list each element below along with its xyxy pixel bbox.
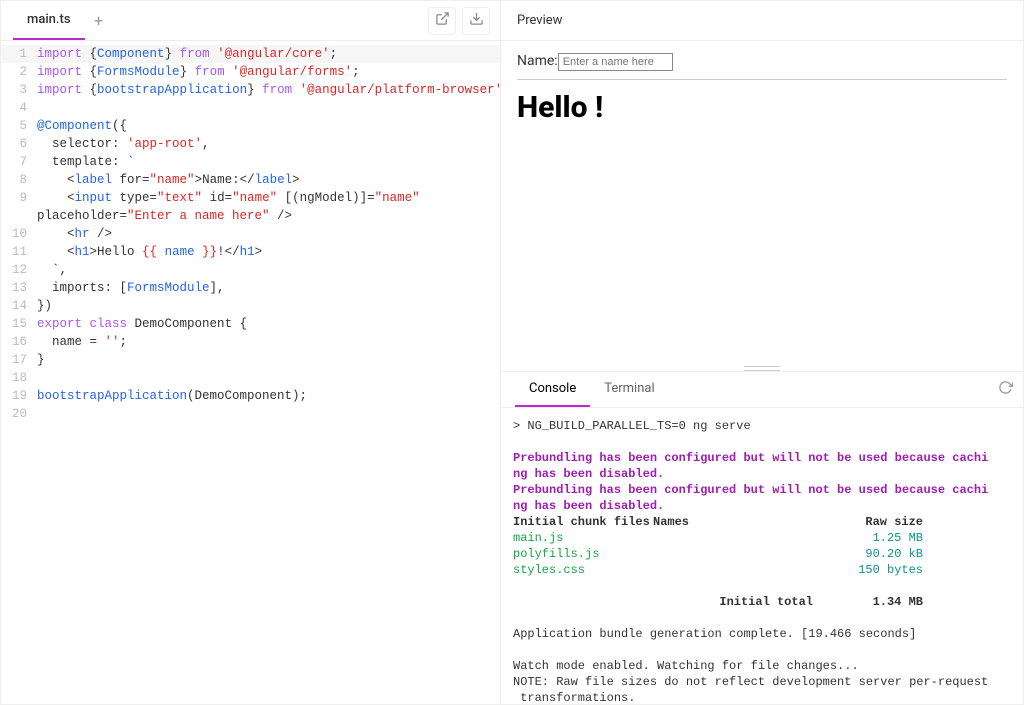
name-label: Name: [517, 53, 558, 69]
tab-label: main.ts [27, 12, 71, 27]
add-tab-button[interactable]: + [85, 1, 113, 40]
code-line: 17} [1, 351, 500, 369]
code-line: 1import {Component} from '@angular/core'… [1, 45, 500, 63]
download-icon [469, 11, 484, 30]
preview-pane: Preview Name: Hello ! [501, 1, 1023, 371]
tab-main-ts[interactable]: main.ts [13, 1, 85, 40]
bottom-tabs: Console Terminal [501, 372, 1023, 408]
tab-console[interactable]: Console [515, 372, 590, 407]
code-line: placeholder="Enter a name here" /> [1, 207, 500, 225]
code-line: 6 selector: 'app-root', [1, 135, 500, 153]
code-editor[interactable]: 1import {Component} from '@angular/core'… [1, 41, 500, 704]
code-line: 18 [1, 369, 500, 387]
code-line: 19bootstrapApplication(DemoComponent); [1, 387, 500, 405]
editor-tabs: main.ts + [1, 1, 500, 41]
refresh-icon [998, 380, 1013, 399]
download-button[interactable] [462, 7, 490, 35]
code-line: 4 [1, 99, 500, 117]
divider [517, 79, 1007, 80]
refresh-button[interactable] [987, 372, 1023, 407]
code-line: 10 <hr /> [1, 225, 500, 243]
console-output[interactable]: > NG_BUILD_PARALLEL_TS=0 ng serve Prebun… [501, 408, 1023, 704]
code-line: 8 <label for="name">Name:</label> [1, 171, 500, 189]
right-pane: Preview Name: Hello ! Console Terminal [501, 1, 1023, 704]
code-line: 7 template: ` [1, 153, 500, 171]
bottom-panel: Console Terminal > NG_BUILD_PARALLEL_TS=… [501, 371, 1023, 704]
code-line: 13 imports: [FormsModule], [1, 279, 500, 297]
code-line: 16 name = ''; [1, 333, 500, 351]
open-external-button[interactable] [428, 7, 456, 35]
code-line: 5@Component({ [1, 117, 500, 135]
preview-title: Preview [517, 13, 562, 28]
preview-header: Preview [501, 1, 1023, 41]
code-line: 3import {bootstrapApplication} from '@an… [1, 81, 500, 99]
code-line: 14}) [1, 297, 500, 315]
name-input[interactable] [558, 53, 673, 71]
preview-body: Name: Hello ! [501, 41, 1023, 131]
hello-heading: Hello ! [517, 90, 1007, 125]
code-line: 2import {FormsModule} from '@angular/for… [1, 63, 500, 81]
app-root: main.ts + 1import {Component} from '@ang… [0, 0, 1024, 705]
editor-pane: main.ts + 1import {Component} from '@ang… [1, 1, 501, 704]
tab-terminal[interactable]: Terminal [590, 372, 668, 407]
code-line: 12 `, [1, 261, 500, 279]
code-line: 20 [1, 405, 500, 423]
code-line: 15export class DemoComponent { [1, 315, 500, 333]
code-line: 11 <h1>Hello {{ name }}!</h1> [1, 243, 500, 261]
external-link-icon [435, 11, 450, 30]
code-line: 9 <input type="text" id="name" [(ngModel… [1, 189, 500, 207]
